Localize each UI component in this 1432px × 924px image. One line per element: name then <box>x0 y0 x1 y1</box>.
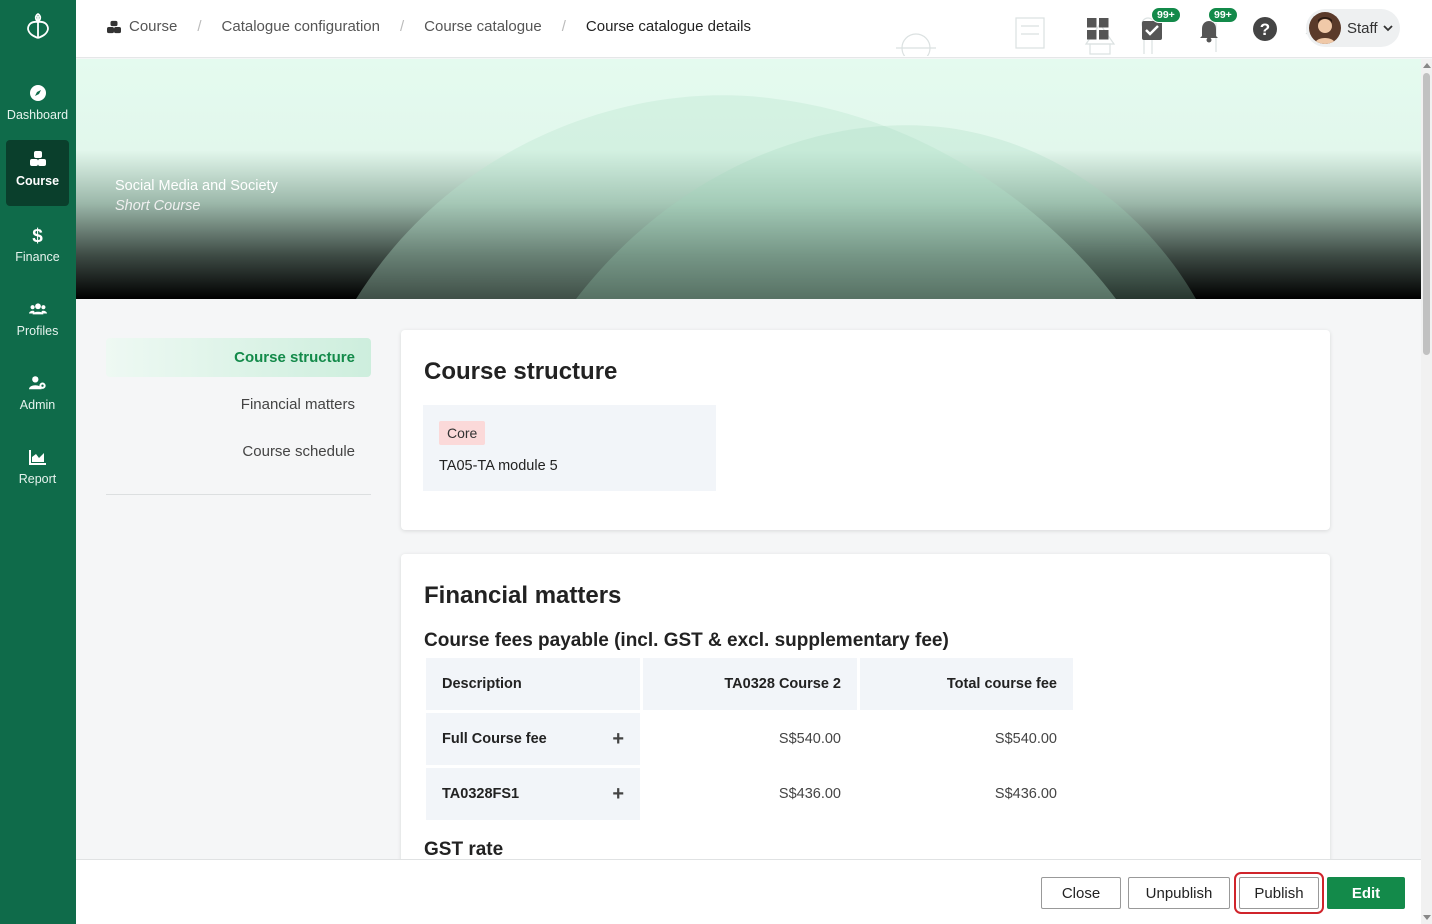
fee-total-amount: S$540.00 <box>994 731 1057 747</box>
breadcrumb-course-catalogue[interactable]: Course catalogue <box>424 18 542 35</box>
expand-plus-icon[interactable]: + <box>612 783 624 806</box>
sidebar-item-profiles[interactable]: Profiles <box>6 290 69 354</box>
apps-grid-icon[interactable] <box>1081 12 1115 46</box>
notifications-bell-icon[interactable]: 99+ <box>1193 7 1238 46</box>
course-fees-title: Course fees payable (incl. GST & excl. s… <box>424 630 949 651</box>
module-category-tag: Core <box>439 421 486 445</box>
svg-text:?: ? <box>1260 20 1270 39</box>
course-cubes-icon <box>6 150 69 172</box>
sidebar: Dashboard Course $ Finance Profiles Admi… <box>0 0 76 924</box>
column-header-total: Total course fee <box>860 658 1073 710</box>
user-menu[interactable]: Staff <box>1306 9 1400 47</box>
module-box: Core TA05-TA module 5 <box>423 405 716 491</box>
section-nav-divider <box>106 494 371 495</box>
action-footer: Close Unpublish Publish Edit <box>76 859 1421 924</box>
user-name: Staff <box>1347 19 1378 37</box>
notifications-badge: 99+ <box>1208 7 1238 23</box>
module-name: TA05-TA module 5 <box>439 458 558 474</box>
edit-button[interactable]: Edit <box>1327 877 1405 909</box>
breadcrumb-separator: / <box>197 18 202 35</box>
sidebar-item-dashboard[interactable]: Dashboard <box>6 74 69 138</box>
app-logo-icon[interactable] <box>24 12 52 42</box>
tasks-calendar-icon[interactable]: 99+ <box>1136 7 1181 46</box>
sidebar-item-label: Admin <box>19 398 56 412</box>
breadcrumb-catalogue-configuration[interactable]: Catalogue configuration <box>222 18 380 35</box>
course-structure-card: Course structure Core TA05-TA module 5 <box>401 330 1330 530</box>
area-chart-icon <box>6 448 69 470</box>
scroll-down-arrow-icon[interactable] <box>1423 915 1431 920</box>
section-nav-financial-matters[interactable]: Financial matters <box>106 385 371 424</box>
course-type: Short Course <box>115 198 201 214</box>
breadcrumb-separator: / <box>399 18 405 35</box>
fee-description-cell: TA0328FS1 + <box>426 768 640 820</box>
sidebar-item-report[interactable]: Report <box>6 438 69 502</box>
publish-button[interactable]: Publish <box>1234 872 1324 914</box>
sidebar-item-course[interactable]: Course <box>6 140 69 206</box>
top-bar: Course / Catalogue configuration / Cours… <box>76 0 1432 58</box>
table-header-row: Description TA0328 Course 2 Total course… <box>426 658 1073 710</box>
course-cubes-icon <box>107 20 121 33</box>
section-nav: Course structure Financial matters Cours… <box>106 338 371 479</box>
unpublish-button[interactable]: Unpublish <box>1128 877 1230 909</box>
breadcrumb-current: Course catalogue details <box>585 18 752 35</box>
fee-course-amount: S$540.00 <box>778 731 841 747</box>
fee-description: TA0328FS1 <box>442 786 520 802</box>
user-gear-icon <box>6 374 69 396</box>
course-fees-table: Description TA0328 Course 2 Total course… <box>423 655 1076 823</box>
column-header-description: Description <box>426 658 640 710</box>
breadcrumb-course[interactable]: Course <box>129 18 177 35</box>
scrollbar-thumb[interactable] <box>1423 73 1430 355</box>
sidebar-item-label: Finance <box>15 250 60 264</box>
fee-total-amount: S$436.00 <box>994 786 1057 802</box>
sidebar-item-finance[interactable]: $ Finance <box>6 216 69 280</box>
breadcrumb: Course / Catalogue configuration / Cours… <box>106 18 751 35</box>
scroll-up-arrow-icon[interactable] <box>1423 63 1431 68</box>
sidebar-item-admin[interactable]: Admin <box>6 364 69 428</box>
expand-plus-icon[interactable]: + <box>612 728 624 751</box>
course-title: Social Media and Society <box>115 178 278 194</box>
sidebar-item-label: Profiles <box>16 324 59 338</box>
fee-course-amount: S$436.00 <box>778 786 841 802</box>
sidebar-item-label: Report <box>18 472 57 486</box>
page-scrollbar[interactable] <box>1421 59 1432 924</box>
table-row: TA0328FS1 + S$436.00 S$436.00 <box>426 768 1073 820</box>
gst-rate-title: GST rate <box>424 839 504 860</box>
section-nav-course-structure[interactable]: Course structure <box>106 338 371 377</box>
avatar <box>1309 12 1341 44</box>
users-icon <box>6 300 69 322</box>
financial-matters-title: Financial matters <box>424 582 622 609</box>
financial-matters-card: Financial matters Course fees payable (i… <box>401 554 1330 884</box>
table-row: Full Course fee + S$540.00 S$540.00 <box>426 713 1073 765</box>
column-header-course: TA0328 Course 2 <box>643 658 857 710</box>
chevron-down-icon <box>1382 25 1393 32</box>
compass-icon <box>6 84 69 106</box>
course-structure-title: Course structure <box>424 358 618 385</box>
breadcrumb-separator: / <box>561 18 566 35</box>
dollar-icon: $ <box>32 226 43 247</box>
tasks-badge: 99+ <box>1151 7 1181 23</box>
sidebar-item-label: Dashboard <box>6 108 69 122</box>
course-banner: Social Media and Society Short Course <box>76 59 1421 299</box>
close-button[interactable]: Close <box>1041 877 1121 909</box>
fee-description-cell: Full Course fee + <box>426 713 640 765</box>
section-nav-course-schedule[interactable]: Course schedule <box>106 432 371 471</box>
fee-description: Full Course fee <box>442 731 547 747</box>
sidebar-item-label: Course <box>15 174 60 188</box>
help-question-icon[interactable]: ? <box>1248 12 1282 46</box>
